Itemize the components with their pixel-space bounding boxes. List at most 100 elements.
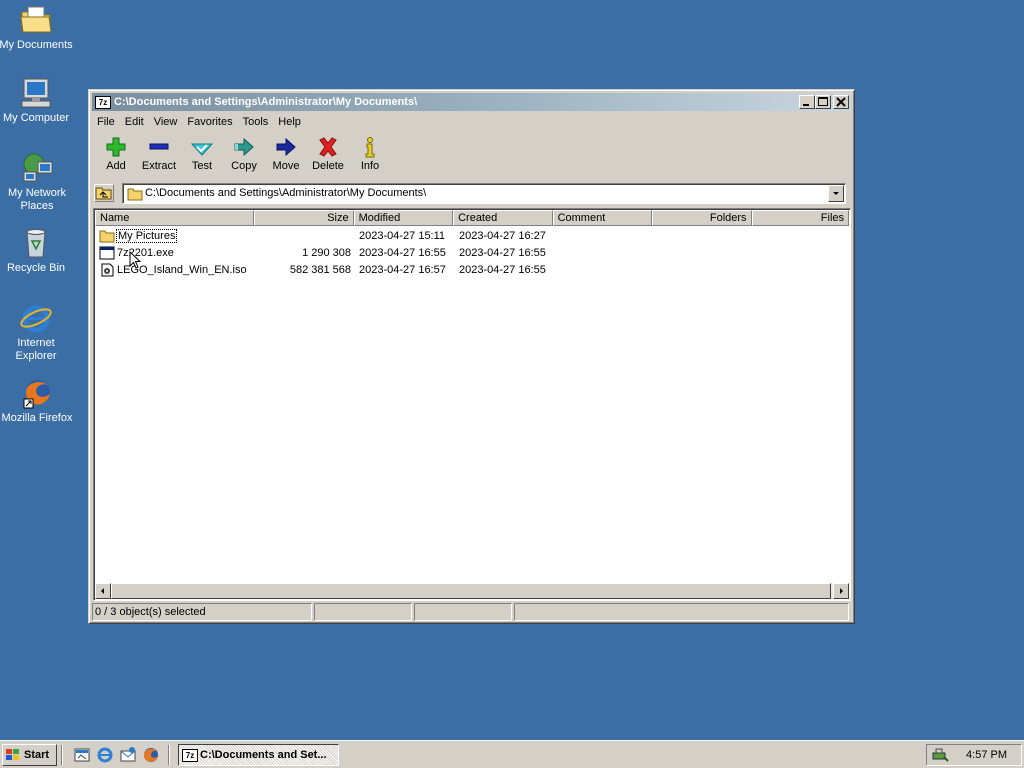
- menu-edit[interactable]: Edit: [120, 116, 149, 128]
- menu-tools[interactable]: Tools: [238, 116, 274, 128]
- toolbar: Add Extract Test Copy Move Delete Info: [92, 133, 851, 177]
- copy-arrow-icon: [233, 136, 255, 158]
- file-manager-window: 7z C:\Documents and Settings\Administrat…: [88, 89, 855, 624]
- my-computer-icon: [19, 77, 53, 109]
- minimize-icon: [803, 104, 809, 106]
- copy-button[interactable]: Copy: [223, 133, 265, 177]
- status-pane-4: [513, 603, 849, 621]
- move-arrow-icon: [275, 136, 297, 158]
- menu-file[interactable]: File: [92, 116, 120, 128]
- menu-help[interactable]: Help: [273, 116, 306, 128]
- taskbar-divider: [61, 745, 63, 765]
- desktop-icon-my-network-places[interactable]: My Network Places: [0, 152, 76, 213]
- close-icon: [836, 97, 846, 107]
- address-text: C:\Documents and Settings\Administrator\…: [145, 187, 427, 199]
- scroll-left-button[interactable]: [95, 583, 111, 599]
- seven-zip-app-icon: 7z: [182, 748, 198, 762]
- internet-explorer-icon: [19, 302, 53, 334]
- file-list[interactable]: Name Size Modified Created Comment Folde…: [93, 208, 851, 601]
- menu-view[interactable]: View: [149, 116, 183, 128]
- column-header-comment[interactable]: Comment: [552, 210, 653, 226]
- desktop-icon-my-computer[interactable]: My Computer: [0, 77, 74, 125]
- desktop-icon-internet-explorer[interactable]: Internet Explorer: [0, 302, 74, 363]
- name-cell: LEGO_Island_Win_EN.iso: [95, 263, 255, 277]
- modified-cell: 2023-04-27 16:57: [359, 263, 446, 276]
- chevron-down-icon: [833, 192, 839, 195]
- firefox-quicklaunch-icon[interactable]: [142, 746, 160, 764]
- taskbar-window-label: C:\Documents and Set...: [200, 749, 327, 761]
- title-bar[interactable]: 7z C:\Documents and Settings\Administrat…: [92, 93, 851, 111]
- extract-button[interactable]: Extract: [137, 133, 181, 177]
- close-button[interactable]: [833, 95, 849, 109]
- test-button[interactable]: Test: [181, 133, 223, 177]
- address-dropdown-button[interactable]: [828, 185, 844, 202]
- maximize-button[interactable]: [815, 95, 831, 109]
- desktop-icon-label: My Network Places: [7, 187, 67, 212]
- add-label: Add: [106, 160, 126, 172]
- delete-x-icon: [317, 136, 339, 158]
- test-label: Test: [191, 160, 213, 172]
- taskbar: Start 7z C:\Documents and Set... 4:57 PM: [0, 740, 1024, 768]
- show-desktop-icon[interactable]: [73, 746, 91, 764]
- address-combobox[interactable]: C:\Documents and Settings\Administrator\…: [122, 183, 846, 204]
- internet-explorer-quicklaunch-icon[interactable]: [96, 746, 114, 764]
- safely-remove-hardware-icon[interactable]: [931, 747, 949, 763]
- column-header-created[interactable]: Created: [453, 210, 553, 226]
- table-row[interactable]: LEGO_Island_Win_EN.iso 582 381 568 2023-…: [95, 261, 849, 278]
- column-header-modified[interactable]: Modified: [353, 210, 454, 226]
- column-header-name[interactable]: Name: [95, 210, 255, 226]
- extract-label: Extract: [141, 160, 177, 172]
- minimize-button[interactable]: [799, 95, 815, 109]
- copy-label: Copy: [231, 160, 257, 172]
- mouse-cursor-icon: [129, 251, 141, 269]
- taskbar-window-button[interactable]: 7z C:\Documents and Set...: [178, 744, 339, 766]
- scroll-thumb[interactable]: [111, 583, 831, 599]
- modified-cell: 2023-04-27 15:11: [359, 229, 446, 242]
- clock[interactable]: 4:57 PM: [966, 749, 1007, 761]
- outlook-express-quicklaunch-icon[interactable]: [119, 746, 137, 764]
- desktop-icon-recycle-bin[interactable]: Recycle Bin: [0, 227, 74, 275]
- seven-zip-app-icon: 7z: [95, 95, 111, 109]
- table-row[interactable]: My Pictures 2023-04-27 15:11 2023-04-27 …: [95, 227, 849, 244]
- up-folder-icon: [95, 187, 112, 200]
- column-headers: Name Size Modified Created Comment Folde…: [95, 210, 850, 226]
- horizontal-scrollbar[interactable]: [95, 583, 849, 599]
- add-button[interactable]: Add: [95, 133, 137, 177]
- name-cell: My Pictures: [95, 228, 255, 243]
- window-title: C:\Documents and Settings\Administrator\…: [114, 96, 418, 108]
- status-pane-2: [314, 603, 413, 621]
- start-button[interactable]: Start: [2, 744, 57, 766]
- scroll-right-button[interactable]: [833, 583, 849, 599]
- size-cell: 582 381 568: [289, 263, 351, 276]
- desktop-icon-label: My Computer: [2, 112, 70, 124]
- table-row[interactable]: 7z2201.exe 1 290 308 2023-04-27 16:55 20…: [95, 244, 849, 261]
- info-button[interactable]: Info: [349, 133, 391, 177]
- system-tray: 4:57 PM: [926, 744, 1022, 766]
- arrow-left-icon: [101, 588, 104, 594]
- column-header-files[interactable]: Files: [751, 210, 850, 226]
- desktop-icon-my-documents[interactable]: My Documents: [0, 4, 74, 52]
- desktop-icon-label: Internet Explorer: [15, 337, 57, 362]
- plus-icon: [105, 136, 127, 158]
- address-row: C:\Documents and Settings\Administrator\…: [92, 182, 851, 204]
- name-cell: 7z2201.exe: [95, 246, 255, 260]
- created-cell: 2023-04-27 16:27: [459, 229, 546, 242]
- up-folder-button[interactable]: [94, 184, 114, 202]
- network-places-icon: [20, 152, 54, 184]
- status-pane-3: [414, 603, 512, 621]
- status-bar: 0 / 3 object(s) selected: [92, 603, 851, 621]
- status-selection: 0 / 3 object(s) selected: [92, 603, 313, 621]
- desktop-icon-mozilla-firefox[interactable]: Mozilla Firefox: [0, 377, 76, 425]
- check-icon: [190, 136, 214, 158]
- delete-button[interactable]: Delete: [307, 133, 349, 177]
- column-header-folders[interactable]: Folders: [652, 210, 752, 226]
- minus-icon: [148, 136, 170, 158]
- move-button[interactable]: Move: [265, 133, 307, 177]
- menu-favorites[interactable]: Favorites: [182, 116, 237, 128]
- file-name: 7z2201.exe: [117, 246, 174, 259]
- size-cell: 1 290 308: [302, 246, 351, 259]
- info-icon: [359, 136, 381, 158]
- column-header-size[interactable]: Size: [254, 210, 354, 226]
- taskbar-divider: [168, 745, 170, 765]
- folder-icon: [127, 188, 143, 201]
